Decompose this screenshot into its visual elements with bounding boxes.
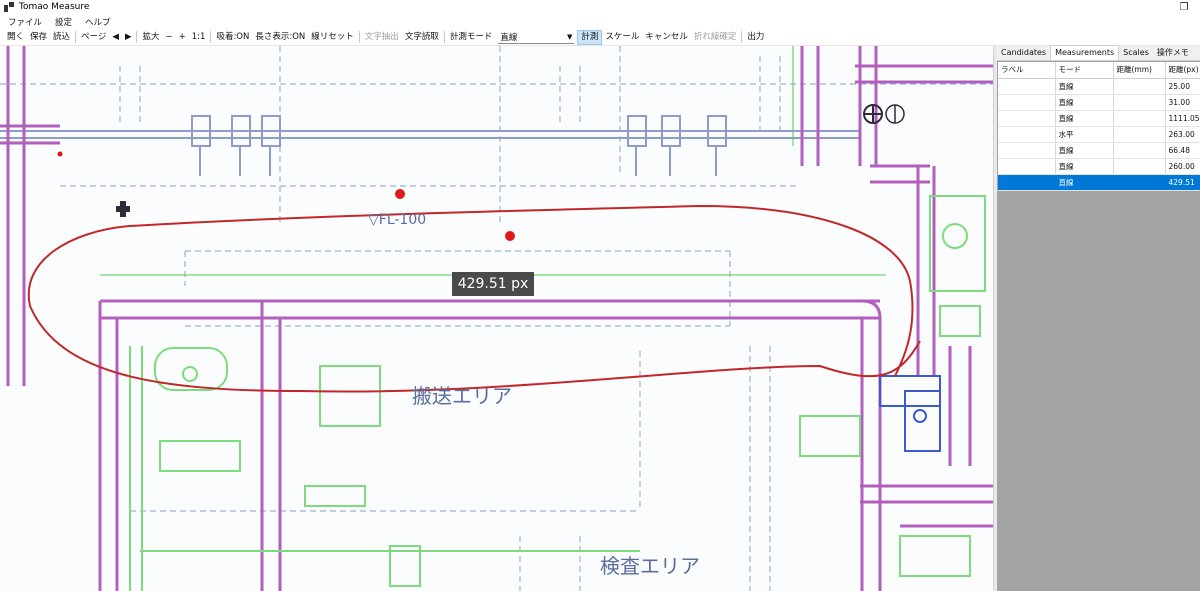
cell-distance-px[interactable]: 1111.05 — [1165, 110, 1200, 127]
menu-bar: ファイル 設定 ヘルプ — [0, 14, 1200, 29]
floor-plan-drawing — [0, 46, 993, 591]
next-page-button[interactable]: ▶ — [122, 30, 135, 45]
cell-mode[interactable]: 直線 — [1055, 78, 1114, 95]
text-extract-button[interactable]: 文字抽出 — [362, 30, 402, 45]
table-row[interactable]: 直線 31.00 — [998, 94, 1200, 111]
table-row[interactable]: 直線 66.48 — [998, 142, 1200, 159]
measure-mode-select[interactable]: 直線 ▼ — [498, 30, 575, 44]
cell-distance-px[interactable]: 429.51 — [1165, 174, 1200, 191]
cell-label[interactable] — [998, 174, 1056, 191]
cell-label[interactable] — [998, 78, 1056, 95]
cell-mode[interactable]: 直線 — [1055, 94, 1114, 111]
toolbar-separator — [358, 31, 360, 43]
cell-distance-px[interactable]: 260.00 — [1165, 158, 1200, 175]
tab-measurements[interactable]: Measurements — [1050, 45, 1120, 60]
length-display-toggle[interactable]: 長さ表示:ON — [252, 30, 308, 45]
measurement-length-label: 429.51 px — [452, 272, 534, 296]
dropdown-caret-icon: ▼ — [566, 32, 573, 41]
zoom-reset-button[interactable]: 1:1 — [189, 30, 209, 45]
polyline-confirm-button[interactable]: 折れ線確定 — [691, 30, 740, 45]
cell-mode[interactable]: 直線 — [1055, 110, 1114, 127]
cell-distance-px[interactable]: 66.48 — [1165, 142, 1200, 159]
menu-help[interactable]: ヘルプ — [80, 16, 116, 28]
measure-mode-value: 直線 — [500, 32, 518, 43]
zoom-label: 拡大 — [142, 31, 160, 42]
title-bar: Tomao Measure ❐ — [0, 0, 1200, 14]
cell-mode[interactable]: 直線 — [1055, 158, 1114, 175]
save-button[interactable]: 保存 — [27, 30, 50, 45]
measure-button[interactable]: 計測 — [577, 29, 603, 45]
drawing-canvas[interactable]: ▽FL-100 搬送エリア 検査エリア 429.51 px — [0, 46, 993, 591]
menu-settings[interactable]: 設定 — [50, 16, 77, 28]
cell-distance-mm[interactable] — [1113, 94, 1166, 111]
area-label-inspection: 検査エリア — [600, 554, 700, 578]
app-icon — [4, 2, 14, 12]
toolbar: 開く 保存 読込 ページ ◀ ▶ 拡大 − + 1:1 吸着:ON 長さ表示:O… — [0, 29, 1200, 46]
toolbar-separator — [443, 31, 445, 43]
zoom-in-button[interactable]: + — [176, 30, 189, 45]
cell-label[interactable] — [998, 110, 1056, 127]
cell-label[interactable] — [998, 94, 1056, 111]
cell-distance-mm[interactable] — [1113, 78, 1166, 95]
cell-label[interactable] — [998, 158, 1056, 175]
line-reset-button[interactable]: 線リセット — [308, 30, 357, 45]
column-header-distance-px[interactable]: 距離(px) — [1165, 62, 1200, 79]
cell-distance-mm[interactable] — [1113, 142, 1166, 159]
menu-file[interactable]: ファイル — [3, 16, 47, 28]
read-button[interactable]: 読込 — [50, 30, 73, 45]
tab-candidates[interactable]: Candidates — [997, 46, 1050, 60]
grid-header-row: ラベル モード 距離(mm) 距離(px) — [998, 62, 1200, 79]
column-header-label[interactable]: ラベル — [998, 62, 1056, 79]
table-row[interactable]: 水平 263.00 — [998, 126, 1200, 143]
output-button[interactable]: 出力 — [744, 30, 767, 45]
cell-distance-mm[interactable] — [1113, 174, 1166, 191]
table-row-selected[interactable]: 直線 429.51 — [998, 174, 1200, 191]
restore-icon[interactable]: ❐ — [1170, 0, 1198, 14]
cell-distance-mm[interactable] — [1113, 110, 1166, 127]
toolbar-separator — [741, 31, 743, 43]
panel-tabs: Candidates Measurements Scales 操作メモ — [997, 45, 1200, 61]
cell-distance-px[interactable]: 263.00 — [1165, 126, 1200, 143]
cell-distance-mm[interactable] — [1113, 158, 1166, 175]
measure-mode-label: 計測モード — [449, 31, 493, 42]
cancel-button[interactable]: キャンセル — [642, 30, 691, 45]
table-row[interactable]: 直線 260.00 — [998, 158, 1200, 175]
toolbar-separator — [136, 31, 138, 43]
marker-point — [395, 189, 405, 199]
cell-mode[interactable]: 直線 — [1055, 174, 1114, 191]
prev-page-button[interactable]: ◀ — [109, 30, 122, 45]
snap-toggle[interactable]: 吸着:ON — [213, 30, 252, 45]
column-header-distance-mm[interactable]: 距離(mm) — [1113, 62, 1166, 79]
column-header-mode[interactable]: モード — [1055, 62, 1114, 79]
floor-level-label: ▽FL-100 — [368, 212, 427, 228]
toolbar-separator — [75, 31, 77, 43]
open-button[interactable]: 開く — [4, 30, 27, 45]
cell-distance-px[interactable]: 31.00 — [1165, 94, 1200, 111]
cell-distance-px[interactable]: 25.00 — [1165, 78, 1200, 95]
measurements-grid: ラベル モード 距離(mm) 距離(px) 直線 25.00 直線 31.00 … — [998, 62, 1200, 191]
cell-label[interactable] — [998, 126, 1056, 143]
scale-button[interactable]: スケール — [602, 30, 642, 45]
zoom-out-button[interactable]: − — [163, 30, 176, 45]
toolbar-separator — [210, 31, 212, 43]
cell-label[interactable] — [998, 142, 1056, 159]
table-row[interactable]: 直線 25.00 — [998, 78, 1200, 95]
cell-mode[interactable]: 直線 — [1055, 142, 1114, 159]
marker-point — [505, 231, 515, 241]
text-read-button[interactable]: 文字読取 — [402, 30, 442, 45]
tab-operation-memo[interactable]: 操作メモ — [1153, 46, 1193, 60]
table-row[interactable]: 直線 1111.05 — [998, 110, 1200, 127]
cell-distance-mm[interactable] — [1113, 126, 1166, 143]
tab-scales[interactable]: Scales — [1119, 46, 1153, 60]
area-label-transport: 搬送エリア — [412, 384, 512, 408]
window-title: Tomao Measure — [19, 2, 90, 12]
page-label: ページ — [81, 31, 107, 42]
right-panel: Candidates Measurements Scales 操作メモ ラベル … — [997, 45, 1200, 591]
annotation-ellipse — [27, 204, 921, 393]
marker-point — [57, 151, 63, 157]
cell-mode[interactable]: 水平 — [1055, 126, 1114, 143]
